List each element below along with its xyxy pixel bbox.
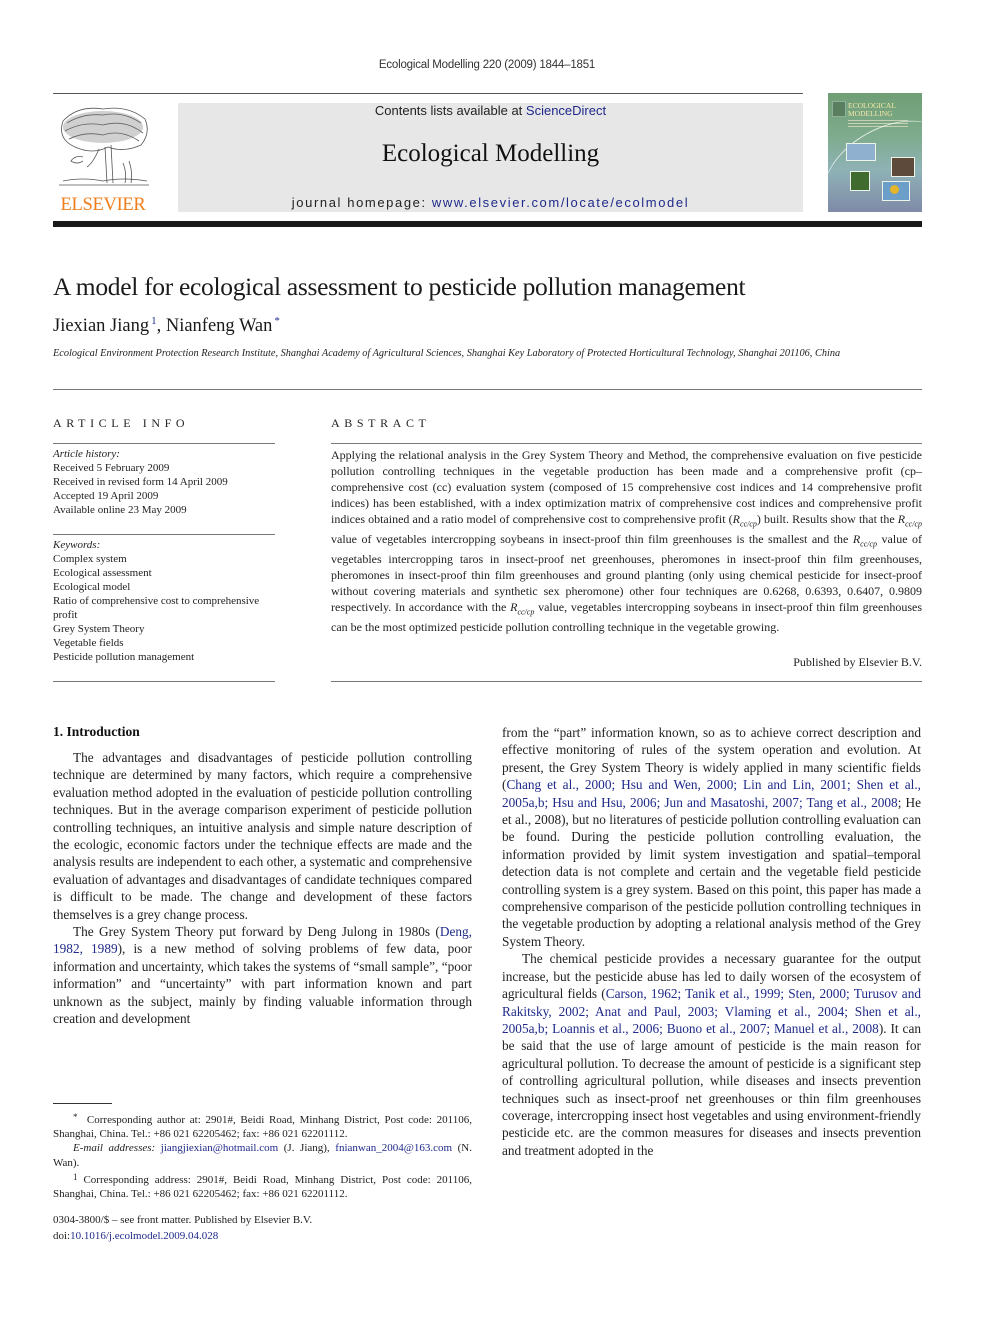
footnote-rule — [53, 1103, 112, 1104]
history-item: Available online 23 May 2009 — [53, 504, 187, 516]
cover-publisher-icon — [832, 101, 846, 117]
paragraph: The Grey System Theory put forward by De… — [53, 924, 472, 1027]
divider — [53, 534, 275, 535]
author-list: Jiexian Jiang 1, Nianfeng Wan * — [53, 315, 280, 336]
contents-prefix: Contents lists available at — [374, 103, 526, 118]
journal-title: Ecological Modelling — [381, 140, 600, 167]
homepage-prefix: journal homepage: — [291, 195, 432, 210]
sciencedirect-link[interactable]: ScienceDirect — [526, 103, 606, 118]
cover-title: ECOLOGICAL MODELLING — [848, 101, 896, 118]
header-thick-rule — [53, 221, 922, 227]
keyword-item: Ecological assessment — [53, 567, 152, 579]
body-column-right: from the “part” information known, so as… — [502, 724, 921, 1159]
doi-line: doi:10.1016/j.ecolmodel.2009.04.028 — [53, 1229, 219, 1242]
keyword-item: Vegetable fields — [53, 637, 124, 649]
paragraph: from the “part” information known, so as… — [502, 725, 921, 949]
ratio-symbol: Rcc/cp — [897, 511, 922, 529]
keywords-label: Keywords: — [53, 539, 101, 551]
author-name: Jiexian Jiang — [53, 316, 150, 336]
keywords: Keywords: Complex system Ecological asse… — [53, 538, 275, 664]
abstract-text: Applying the relational analysis in the … — [331, 448, 922, 635]
ratio-symbol: Rcc/cp — [852, 531, 878, 549]
tree-icon — [59, 107, 149, 186]
cover-photo-people — [891, 157, 915, 177]
keyword-item: Ecological model — [53, 581, 131, 593]
footnotes: * Corresponding author at: 2901#, Beidi … — [53, 1110, 472, 1201]
paragraph: The advantages and disadvantages of pest… — [53, 750, 472, 922]
keyword-item: Ratio of comprehensive cost to comprehen… — [53, 595, 260, 621]
footnote-corresponding: * Corresponding author at: 2901#, Beidi … — [53, 1112, 472, 1141]
journal-banner: Contents lists available at ScienceDirec… — [178, 103, 803, 212]
history-item: Received 5 February 2009 — [53, 462, 170, 474]
email-link[interactable]: jiangjiexian@hotmail.com — [161, 1142, 278, 1154]
running-head: Ecological Modelling 220 (2009) 1844–185… — [378, 59, 596, 71]
contents-line: Contents lists available at ScienceDirec… — [178, 103, 803, 118]
section-heading-introduction: 1. Introduction — [53, 724, 140, 739]
divider — [331, 443, 922, 444]
elsevier-wordmark: ELSEVIER — [60, 195, 146, 215]
elsevier-logo[interactable]: ELSEVIER — [53, 103, 153, 215]
keyword-item: Complex system — [53, 553, 127, 565]
email-link[interactable]: fnianwan_2004@163.com — [335, 1142, 452, 1154]
issn-line: 0304-3800/$ – see front matter. Publishe… — [53, 1214, 313, 1226]
published-by: Published by Elsevier B.V. — [793, 655, 922, 669]
sunflower-icon — [890, 185, 899, 194]
cover-photo-sky — [846, 143, 876, 161]
history-item: Received in revised form 14 April 2009 — [53, 476, 228, 488]
doi-link[interactable]: 10.1016/j.ecolmodel.2009.04.028 — [70, 1230, 218, 1242]
homepage-link[interactable]: www.elsevier.com/locate/ecolmodel — [432, 195, 689, 210]
cover-photo-insect — [850, 171, 870, 191]
keyword-item: Grey System Theory — [53, 623, 145, 635]
ratio-symbol: Rcc/cp — [732, 511, 757, 529]
footnote-emails: E-mail addresses: jiangjiexian@hotmail.c… — [53, 1142, 473, 1169]
article-info-heading: ARTICLE INFO — [53, 416, 190, 430]
journal-homepage: journal homepage: www.elsevier.com/locat… — [178, 195, 803, 210]
keyword-item: Pesticide pollution management — [53, 651, 195, 663]
author-name: Nianfeng Wan — [165, 316, 273, 336]
article-title: A model for ecological assessment to pes… — [53, 272, 746, 301]
divider — [53, 443, 275, 444]
paragraph: The chemical pesticide provides a necess… — [502, 951, 921, 1158]
affiliation: Ecological Environment Protection Resear… — [53, 348, 841, 359]
footnote-address: 1 Corresponding address: 2901#, Beidi Ro… — [53, 1171, 473, 1201]
divider — [53, 389, 922, 390]
citation-link[interactable]: Chang et al., 2000; Hsu and Wen, 2000; L… — [502, 777, 921, 809]
divider — [331, 681, 922, 682]
front-matter: 0304-3800/$ – see front matter. Publishe… — [53, 1213, 312, 1244]
ratio-symbol: Rcc/cp — [510, 599, 535, 617]
article-history-label: Article history: — [53, 448, 120, 460]
top-rule — [53, 93, 803, 94]
divider — [53, 681, 275, 682]
abstract-heading: ABSTRACT — [331, 416, 431, 430]
body-column-left: The advantages and disadvantages of pest… — [53, 749, 472, 1028]
article-history: Article history: Received 5 February 200… — [53, 447, 275, 517]
history-item: Accepted 19 April 2009 — [53, 490, 159, 502]
corresponding-author-mark[interactable]: * — [274, 315, 280, 327]
journal-cover-thumbnail[interactable]: ECOLOGICAL MODELLING — [828, 93, 922, 212]
